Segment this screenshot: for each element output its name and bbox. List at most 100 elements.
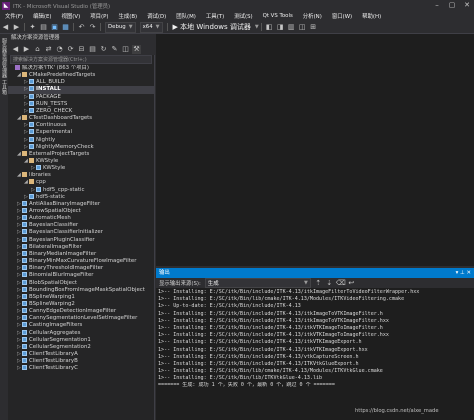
tree-item[interactable]: ▷ BlobSpatialObject [8, 279, 155, 287]
tree-item[interactable]: ◢ libraries [8, 172, 155, 179]
undo-icon[interactable]: ↶ [77, 23, 86, 32]
word-wrap-icon[interactable]: ↩ [347, 279, 356, 288]
menu-qt-vs-tools[interactable]: Qt VS Tools [258, 13, 298, 19]
menu-team[interactable]: 团队(M) [171, 12, 201, 20]
tree-item[interactable]: ▷ BinaryMinMaxCurvatureFlowImageFilter [8, 258, 155, 265]
tree-item[interactable]: ▷ NightlyMemoryCheck [8, 143, 155, 151]
save-all-icon[interactable]: ▦ [61, 23, 70, 32]
pin-icon[interactable]: ⊥ [460, 270, 465, 276]
clear-all-icon[interactable]: ⌫ [336, 279, 346, 288]
tree-item[interactable]: ▷ CellularAggregates [8, 329, 155, 337]
collapse-all-icon[interactable]: ⊟ [77, 45, 86, 54]
pending-changes-icon[interactable]: ◔ [55, 45, 64, 54]
toolbar-icon[interactable]: ▥ [287, 23, 296, 32]
tree-item[interactable]: ◢ ExternalProjectTargets [8, 150, 155, 158]
tree-item[interactable]: ◢ KWStyle [8, 157, 155, 165]
find-message-icon[interactable]: ⇡ [314, 279, 323, 288]
tree-item[interactable]: ▷ Nightly [8, 136, 155, 144]
tree-item[interactable]: ▷ CellularSegmentation1 [8, 336, 155, 344]
open-file-icon[interactable]: ▤ [39, 23, 48, 32]
tree-item[interactable]: ▷ ArrowSpatialObject [8, 208, 155, 215]
menu-tools[interactable]: 工具(T) [201, 12, 229, 20]
configuration-select[interactable]: Debug ▼ [105, 21, 136, 33]
properties-icon[interactable]: ✎ [110, 45, 119, 54]
close-icon[interactable]: ✕ [460, 0, 474, 11]
tree-item[interactable]: ▷ ClientTestLibraryC [8, 365, 155, 372]
refresh-icon[interactable]: ↻ [99, 45, 108, 54]
menu-window[interactable]: 窗口(W) [327, 12, 357, 20]
menu-edit[interactable]: 编辑(E) [28, 12, 56, 20]
menu-file[interactable]: 文件(F) [0, 12, 28, 20]
chevron-down-icon[interactable]: ▼ [255, 24, 259, 30]
platform-select[interactable]: x64 ▼ [139, 21, 163, 33]
tree-item[interactable]: ▷ Experimental [8, 129, 155, 136]
tree-item[interactable]: ▷ BayesianPluginClassifier [8, 236, 155, 244]
tree-item[interactable]: ▷ BinomialBlurImageFilter [8, 272, 155, 279]
menu-build[interactable]: 生成(B) [113, 12, 142, 20]
tree-item[interactable]: ▷ Continuous [8, 122, 155, 129]
tree-item[interactable]: ▷ hdf5-static [8, 193, 155, 201]
toolbar-icon[interactable]: ⊞ [309, 23, 318, 32]
tree-item[interactable]: ◢ CTestDashboardTargets [8, 115, 155, 122]
toolbar-icon[interactable]: ◨ [276, 23, 285, 32]
menu-view[interactable]: 视图(V) [57, 12, 86, 20]
next-message-icon[interactable]: ⇣ [325, 279, 334, 288]
tree-item[interactable]: ▷ KWStyle [8, 165, 155, 172]
output-text[interactable]: 1>-- Installing: E:/SC/itk/Bin/include/I… [158, 289, 472, 419]
tree-item[interactable]: ▷ BinaryThresholdImageFilter [8, 265, 155, 272]
toolbar-icon[interactable]: ◫ [298, 23, 307, 32]
output-source-select[interactable]: 生成 ▼ [204, 278, 311, 288]
preview-icon[interactable]: ◫ [121, 45, 130, 54]
redo-icon[interactable]: ↷ [88, 23, 97, 32]
back-icon[interactable]: ◀ [1, 23, 10, 32]
switch-views-icon[interactable]: ⇄ [44, 45, 53, 54]
save-icon[interactable]: ▣ [50, 23, 59, 32]
menu-test[interactable]: 测试(S) [229, 12, 257, 20]
tree-item[interactable]: ▷ ALL_BUILD [8, 79, 155, 86]
menu-analyze[interactable]: 分析(N) [298, 12, 327, 20]
solution-search-input[interactable]: 搜索解决方案资源管理器(Ctrl+;) [10, 55, 152, 64]
forward-icon[interactable]: ▶ [22, 45, 31, 54]
back-icon[interactable]: ◀ [11, 45, 20, 54]
tree-item[interactable]: ▷ CastingImageFilters [8, 322, 155, 329]
tree-item[interactable]: ▷ AntiAliasBinaryImageFilter [8, 200, 155, 208]
tree-item[interactable]: ▷ BoundingBoxFromImageMaskSpatialObject [8, 286, 155, 294]
tree-item[interactable]: ▷ BayesianClassifier [8, 222, 155, 229]
maximize-icon[interactable]: ▢ [445, 0, 459, 11]
tree-item[interactable]: ▷ INSTALL [8, 86, 155, 94]
tree-item[interactable]: ▷ PACKAGE [8, 93, 155, 101]
tree-item[interactable]: 解决方案'ITK' (863 个项目) [8, 65, 155, 72]
tree-item[interactable]: ▷ ZERO_CHECK [8, 107, 155, 115]
minimize-icon[interactable]: – [430, 0, 444, 11]
tree-item[interactable]: ▷ ClientTestLibraryA [8, 351, 155, 358]
tree-item[interactable]: ▷ hdf5_cpp-static [8, 186, 155, 194]
tree-item[interactable]: ▷ BSplineWarping2 [8, 300, 155, 308]
show-all-files-icon[interactable]: ▤ [88, 45, 97, 54]
side-strip-label[interactable]: 服务器资源管理器 工具箱 [0, 34, 8, 95]
wrench-icon[interactable]: ⚒ [132, 44, 141, 54]
forward-icon[interactable]: ▶ [12, 23, 21, 32]
home-icon[interactable]: ⌂ [33, 45, 42, 54]
toolbar-icon[interactable]: ◧ [265, 23, 274, 32]
tree-item[interactable]: ▷ CannyEdgeDetectionImageFilter [8, 308, 155, 315]
tree-item[interactable]: ▷ BayesianClassifierInitializer [8, 229, 155, 236]
tree-item[interactable]: ▷ BinaryMedianImageFilter [8, 250, 155, 258]
menu-project[interactable]: 项目(P) [85, 12, 113, 20]
tree-item[interactable]: ▷ AutomaticMesh [8, 215, 155, 222]
editor-area[interactable] [156, 34, 474, 266]
tree-item[interactable]: ◢ CMakePredefinedTargets [8, 72, 155, 79]
menu-debug[interactable]: 调试(D) [142, 12, 171, 20]
tree-item[interactable]: ▷ RUN_TESTS [8, 100, 155, 108]
chevron-down-icon[interactable]: ▾ [456, 270, 459, 276]
tree-item[interactable]: ◢ cpp [8, 179, 155, 186]
tree-item[interactable]: ▷ BilateralImageFilter [8, 243, 155, 251]
sync-icon[interactable]: ⟳ [66, 45, 75, 54]
tree-item[interactable]: ▷ ClientTestLibraryB [8, 358, 155, 365]
start-debugging-button[interactable]: ▶ 本地 Windows 调试器 [171, 23, 253, 32]
tree-item[interactable]: ▷ BSplineWarping1 [8, 293, 155, 301]
new-project-icon[interactable]: ✦ [28, 23, 37, 32]
tree-item[interactable]: ▷ CellularSegmentation2 [8, 343, 155, 351]
menu-help[interactable]: 帮助(H) [357, 12, 386, 20]
tree-item[interactable]: ▷ CannySegmentationLevelSetImageFilter [8, 315, 155, 322]
close-icon[interactable]: ✕ [466, 270, 471, 276]
